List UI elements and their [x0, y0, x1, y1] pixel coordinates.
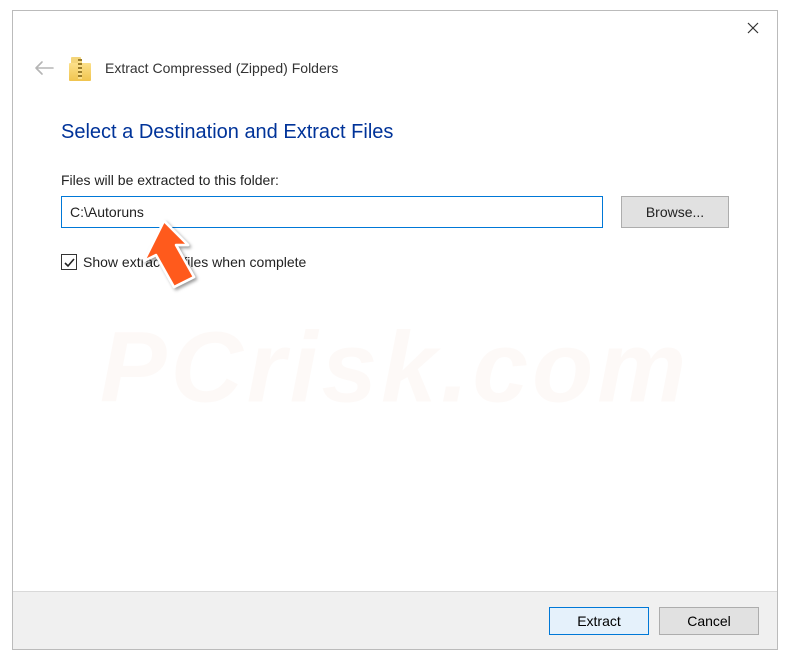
- back-button[interactable]: [33, 57, 55, 79]
- checkmark-icon: [63, 256, 76, 269]
- show-files-checkbox-row: Show extracted files when complete: [61, 254, 729, 270]
- close-button[interactable]: [729, 11, 777, 45]
- browse-button[interactable]: Browse...: [621, 196, 729, 228]
- window-title: Extract Compressed (Zipped) Folders: [105, 60, 338, 76]
- extract-wizard-window: Extract Compressed (Zipped) Folders Sele…: [12, 10, 778, 650]
- header-row: Extract Compressed (Zipped) Folders: [13, 49, 777, 93]
- cancel-button[interactable]: Cancel: [659, 607, 759, 635]
- titlebar: [13, 11, 777, 49]
- path-input-row: Browse...: [61, 196, 729, 228]
- dialog-footer: Extract Cancel: [13, 591, 777, 649]
- close-icon: [747, 22, 759, 34]
- path-label: Files will be extracted to this folder:: [61, 172, 729, 188]
- watermark-text: PCrisk.com: [100, 311, 690, 426]
- show-files-checkbox-label: Show extracted files when complete: [83, 254, 306, 270]
- zipped-folder-icon: [69, 55, 91, 81]
- page-heading: Select a Destination and Extract Files: [61, 121, 729, 144]
- show-files-checkbox[interactable]: [61, 254, 77, 270]
- extract-button[interactable]: Extract: [549, 607, 649, 635]
- back-arrow-icon: [33, 60, 55, 76]
- destination-path-input[interactable]: [61, 196, 603, 228]
- content-area: Select a Destination and Extract Files F…: [13, 93, 777, 270]
